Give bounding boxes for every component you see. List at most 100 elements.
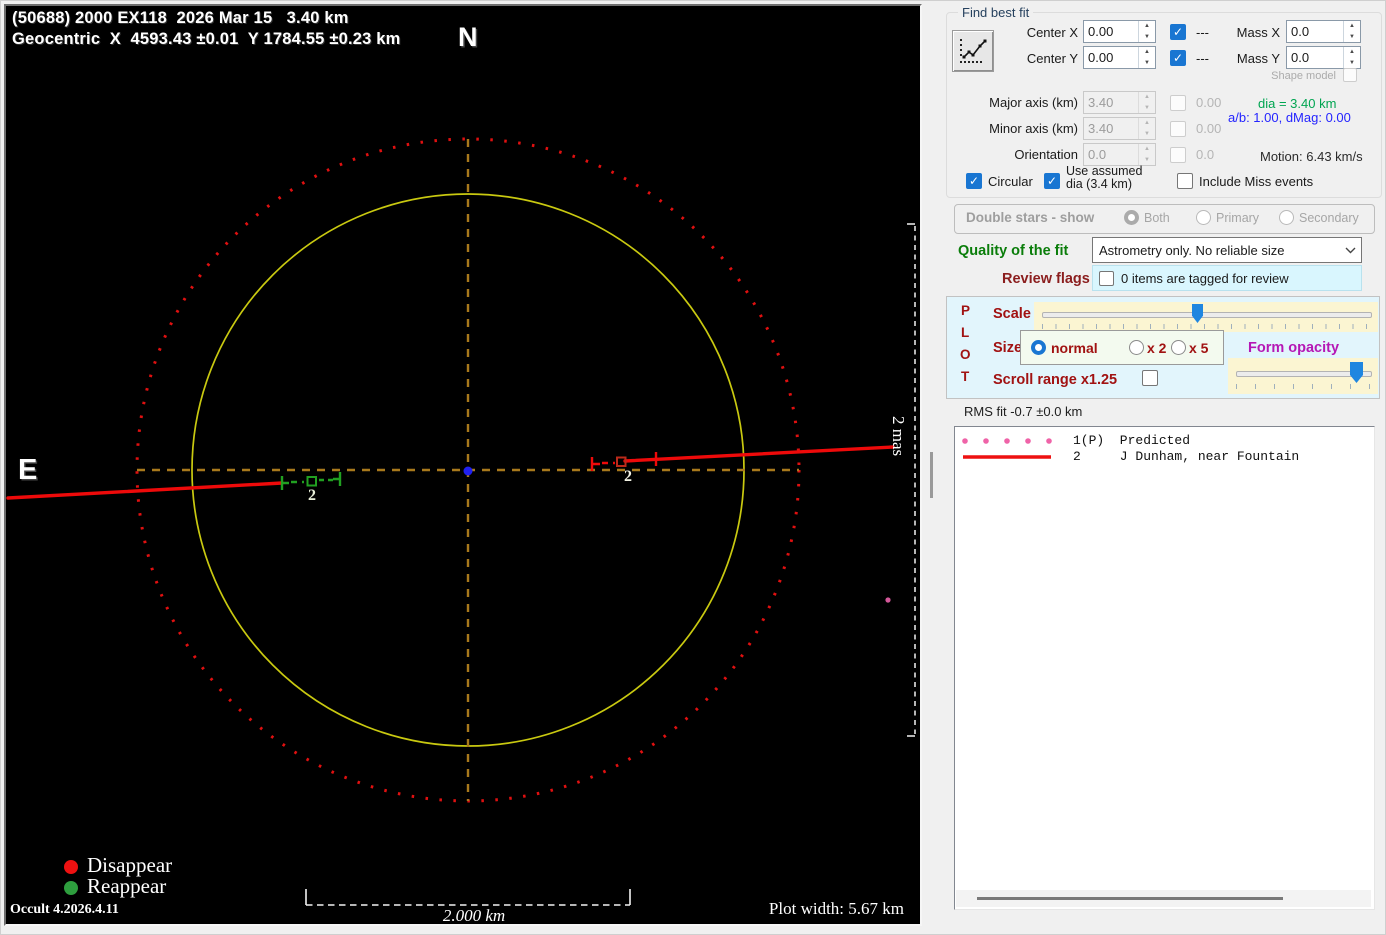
size-x2-label: x 2 (1147, 340, 1167, 356)
use-assumed-dia-label: Use assumed dia (3.4 km) (1066, 164, 1143, 191)
use-assumed-dia-checkbox[interactable] (1044, 173, 1060, 189)
size-x2-radio[interactable] (1129, 340, 1144, 355)
center-y-fit-result: --- (1196, 51, 1209, 66)
reappear-legend-label: Reappear (87, 874, 167, 898)
diameter-readout: dia = 3.40 km (1258, 96, 1337, 111)
include-miss-checkbox[interactable] (1177, 173, 1193, 189)
size-x5-label: x 5 (1189, 340, 1209, 356)
reappear-legend-dot (64, 881, 78, 895)
double-stars-both-label: Both (1144, 211, 1170, 225)
center-x-fit-result: --- (1196, 25, 1209, 40)
center-y-input[interactable]: 0.00 ▲ ▼ (1083, 46, 1156, 69)
shape-model-checkbox[interactable] (1343, 68, 1357, 82)
review-flags-checkbox[interactable] (1099, 271, 1114, 286)
form-opacity-thumb[interactable] (1350, 362, 1363, 383)
double-stars-title: Double stars - show (966, 210, 1095, 225)
km-scale-brackets (305, 889, 631, 905)
size-normal-label: normal (1051, 340, 1098, 356)
mass-x-spinner[interactable]: ▲ ▼ (1343, 21, 1360, 42)
double-stars-primary-radio[interactable] (1196, 210, 1211, 225)
minor-axis-input[interactable]: 3.40 ▲ ▼ (1083, 117, 1156, 140)
motion-readout: Motion: 6.43 km/s (1260, 149, 1363, 164)
east-label: E (18, 454, 38, 486)
major-axis-fit-checkbox[interactable] (1170, 95, 1186, 111)
splitter-handle[interactable] (930, 452, 933, 498)
quality-of-fit-select[interactable]: Astrometry only. No reliable size (1092, 237, 1362, 263)
scale-slider-groove (1042, 312, 1372, 318)
disappear-error-bar (590, 457, 600, 471)
reappear-error-bar-left (280, 476, 289, 490)
review-flags-text: 0 items are tagged for review (1121, 271, 1289, 286)
rms-fit-readout: RMS fit -0.7 ±0.0 km (964, 404, 1083, 419)
scroll-range-checkbox[interactable] (1142, 370, 1158, 386)
list-item-observer-2[interactable]: 2 J Dunham, near Fountain (955, 448, 1374, 464)
list-item-predicted[interactable]: 1(P) Predicted (955, 432, 1374, 448)
scroll-range-label: Scroll range x1.25 (993, 372, 1118, 388)
center-x-fit-checkbox[interactable] (1170, 24, 1186, 40)
north-label: N (458, 22, 478, 52)
plot-width-label: Plot width: 5.67 km (768, 899, 904, 918)
review-flags-label: Review flags (1002, 271, 1090, 287)
list-horizontal-scrollbar[interactable] (956, 890, 1371, 907)
mass-x-input[interactable]: 0.0 ▲ ▼ (1286, 20, 1361, 43)
mass-y-input[interactable]: 0.0 ▲ ▼ (1286, 46, 1361, 69)
double-stars-secondary-radio[interactable] (1279, 210, 1294, 225)
double-stars-primary-label: Primary (1216, 211, 1260, 225)
predicted-dotted-swatch (962, 438, 1052, 444)
plot-letter-t: T (961, 369, 970, 384)
scale-slider-ticks (1042, 324, 1370, 329)
circular-checkbox[interactable] (966, 173, 982, 189)
review-flags-box: 0 items are tagged for review (1092, 265, 1362, 291)
circular-label: Circular (988, 174, 1033, 189)
size-radio-group: normal x 2 x 5 (1020, 330, 1224, 365)
center-y-fit-checkbox[interactable] (1170, 50, 1186, 66)
form-opacity-slider[interactable] (1228, 358, 1378, 394)
center-dot (463, 466, 473, 476)
list-scrollbar-thumb[interactable] (977, 897, 1283, 900)
center-y-label: Center Y (1026, 51, 1078, 66)
plot-letter-p: P (961, 303, 971, 318)
orientation-spinner[interactable]: ▲ ▼ (1138, 144, 1155, 165)
disappear-legend-dot (64, 860, 78, 874)
plot-letter-l: L (961, 325, 970, 340)
reappear-error-bar-right (333, 472, 342, 486)
axis-ratio-readout: a/b: 1.00, dMag: 0.00 (1228, 110, 1351, 125)
observations-list[interactable]: 1(P) Predicted 2 J Dunham, near Fountain (954, 426, 1375, 910)
find-best-fit-title: Find best fit (958, 5, 1034, 20)
reappear-chord-number: 2 (308, 487, 316, 504)
center-x-label: Center X (1026, 25, 1078, 40)
size-x5-radio[interactable] (1171, 340, 1186, 355)
chevron-down-icon (1339, 247, 1361, 254)
quality-of-fit-label: Quality of the fit (958, 243, 1069, 259)
plot-title-line2: Geocentric X 4593.43 ±0.01 Y 1784.55 ±0.… (12, 30, 401, 48)
major-axis-spinner[interactable]: ▲ ▼ (1138, 92, 1155, 113)
mass-y-spinner[interactable]: ▲ ▼ (1343, 47, 1360, 68)
center-x-input[interactable]: 0.00 ▲ ▼ (1083, 20, 1156, 43)
double-stars-secondary-label: Secondary (1299, 211, 1359, 225)
orientation-fit-checkbox[interactable] (1170, 147, 1186, 163)
orientation-input[interactable]: 0.0 ▲ ▼ (1083, 143, 1156, 166)
size-normal-radio[interactable] (1031, 340, 1046, 355)
km-scale-label: 2.000 km (442, 906, 506, 925)
reappear-point-marker (306, 476, 317, 487)
major-axis-input[interactable]: 3.40 ▲ ▼ (1083, 91, 1156, 114)
app-version-label: Occult 4.2026.4.11 (10, 902, 119, 917)
center-y-spinner[interactable]: ▲ ▼ (1138, 47, 1155, 68)
plot-letter-o: O (960, 347, 971, 362)
plot-canvas[interactable]: 2 2 (6, 6, 920, 924)
center-x-spinner[interactable]: ▲ ▼ (1138, 21, 1155, 42)
orientation-label: Orientation (1014, 147, 1078, 162)
double-stars-both-radio[interactable] (1124, 210, 1139, 225)
major-axis-label: Major axis (km) (989, 95, 1078, 110)
minor-axis-fit-result: 0.00 (1196, 121, 1222, 136)
scale-label: Scale (993, 306, 1031, 322)
mas-scale-brackets (907, 223, 915, 737)
minor-axis-spinner[interactable]: ▲ ▼ (1138, 118, 1155, 139)
plot-title-line1: (50688) 2000 EX118 2026 Mar 15 3.40 km (12, 9, 349, 27)
scale-slider-thumb[interactable] (1192, 304, 1203, 323)
occultation-plot[interactable]: 2 2 (50688) 2000 EX118 2026 Mar 15 3.40 … (4, 4, 922, 926)
minor-axis-label: Minor axis (km) (989, 121, 1078, 136)
scale-slider[interactable] (1034, 302, 1378, 332)
disappear-chord-number: 2 (624, 468, 632, 485)
minor-axis-fit-checkbox[interactable] (1170, 121, 1186, 137)
